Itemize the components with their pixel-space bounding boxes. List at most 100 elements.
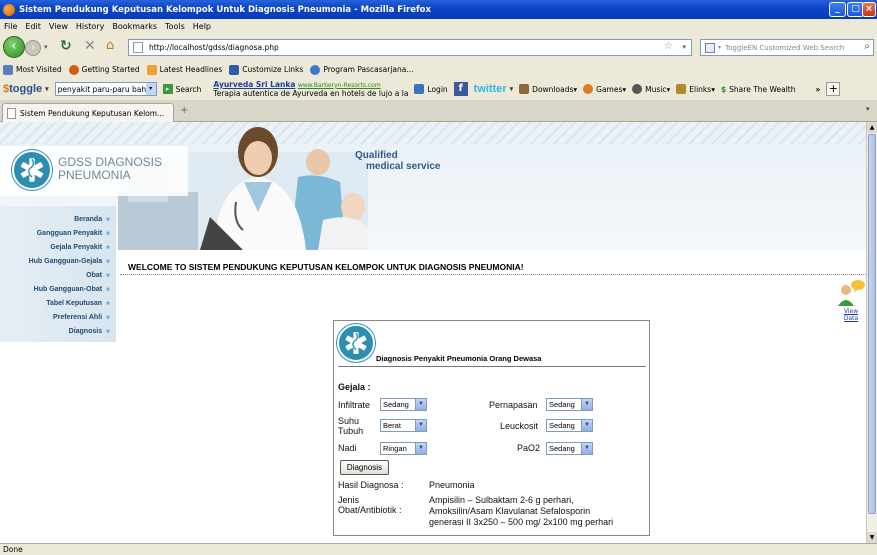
view-data-label: View Data: [843, 308, 859, 322]
games-menu[interactable]: Games ▾: [583, 84, 626, 94]
toolbar-search-input[interactable]: penyakit paru-paru bahas ▾: [54, 82, 157, 96]
bookmark-program-pascasarjana[interactable]: Program Pascasarjana...: [310, 64, 414, 75]
leukosit-select[interactable]: Sedang ▼: [546, 419, 593, 432]
back-arrow-icon[interactable]: ‹: [3, 36, 25, 58]
tagline-line1: Qualified: [355, 150, 398, 161]
dollar-icon: $: [720, 84, 727, 94]
arrow-right-icon: ▸: [162, 84, 173, 94]
toggle-logo[interactable]: $ toggle ▾: [3, 83, 49, 95]
tab-list-icon[interactable]: ▾: [866, 105, 870, 113]
scroll-up-icon[interactable]: ▲: [867, 122, 877, 133]
toolbar-search-button[interactable]: ▸ Search: [162, 84, 201, 94]
close-button[interactable]: ×: [862, 2, 876, 17]
nadi-label: Nadi: [338, 443, 357, 453]
stop-icon[interactable]: ✕: [84, 38, 96, 54]
sidebar-menu: Beranda « Gangguan Penyakit « Gejala Penya…: [0, 206, 116, 342]
suhu-tubuh-select[interactable]: Berat ▼: [380, 419, 427, 432]
star-icon[interactable]: ☆: [664, 41, 673, 52]
nadi-select[interactable]: Ringan ▼: [380, 442, 427, 455]
vertical-scrollbar[interactable]: ▲ ▼: [866, 122, 877, 543]
chevron-down-icon: ▼: [581, 420, 592, 431]
navigation-toolbar: ‹ › ▾ ↻ ✕ ⌂ http://localhost/gdss/diagno…: [0, 33, 877, 61]
toggle-toolbar: $ toggle ▾ penyakit paru-paru bahas ▾ ▸ Sear…: [0, 78, 877, 100]
twitter-button[interactable]: twitter ▾: [474, 83, 514, 95]
jenis-obat-label: Jenis Obat/Antibiotik :: [338, 495, 402, 515]
sidebar-item-hub-gangguan-obat[interactable]: Hub Gangguan-Obat «: [34, 286, 110, 293]
address-bar[interactable]: http://localhost/gdss/diagnosa.php ☆ ▾: [128, 39, 692, 56]
double-chevron-icon: «: [106, 272, 110, 279]
url-text: http://localhost/gdss/diagnosa.php: [149, 43, 279, 52]
double-chevron-icon: «: [106, 286, 110, 293]
bookmark-latest-headlines[interactable]: Latest Headlines: [146, 64, 222, 75]
double-chevron-icon: «: [106, 258, 110, 265]
menu-file[interactable]: File: [4, 22, 17, 31]
star-of-life-icon: [12, 150, 52, 190]
menu-history[interactable]: History: [76, 22, 104, 31]
facebook-icon: f: [453, 82, 468, 96]
page-icon: [7, 107, 16, 119]
headphones-icon: [632, 84, 643, 94]
sidebar-item-beranda[interactable]: Beranda «: [74, 216, 110, 223]
bookmark-getting-started[interactable]: Getting Started: [68, 64, 140, 75]
menu-help[interactable]: Help: [193, 22, 211, 31]
welcome-heading: WELCOME TO SISTEM PENDUKUNG KEPUTUSAN KE…: [128, 262, 524, 272]
downloads-menu[interactable]: Downloads ▾: [519, 84, 577, 94]
share-wealth-button[interactable]: $ Share The Wealth: [721, 85, 796, 94]
star-of-life-icon: [337, 324, 375, 362]
sidebar-item-hub-gangguan-gejala[interactable]: Hub Gangguan-Gejala «: [29, 258, 110, 265]
menu-bookmarks[interactable]: Bookmarks: [112, 22, 157, 31]
ad-banner[interactable]: Ayurveda Sri Lanka www.Barberyn-Resorts.…: [213, 80, 408, 98]
pao2-label: PaO2: [517, 443, 541, 453]
pao2-select[interactable]: Sedang ▼: [546, 442, 593, 455]
url-dropdown-icon[interactable]: ▾: [682, 43, 686, 51]
globe-icon: [310, 64, 321, 75]
jenis-obat-value: Ampisilin – Sulbaktam 2-6 g perhari, Amo…: [429, 495, 614, 527]
status-bar: Done: [0, 543, 877, 555]
view-data-link[interactable]: View Data: [836, 278, 866, 322]
double-chevron-icon: «: [106, 328, 110, 335]
chevron-down-icon: ▼: [415, 443, 426, 454]
search-engine-box[interactable]: ▾ ToggleEN Customized Web Search ⌕: [700, 39, 874, 56]
history-dropdown-icon[interactable]: ▾: [44, 43, 48, 51]
scroll-thumb[interactable]: [868, 134, 876, 514]
forward-arrow-icon[interactable]: ›: [25, 40, 41, 56]
elinks-menu[interactable]: Elinks ▾: [676, 84, 715, 94]
pernapasan-select[interactable]: Sedang ▼: [546, 398, 593, 411]
music-menu[interactable]: Music ▾: [632, 84, 670, 94]
menu-view[interactable]: View: [49, 22, 68, 31]
facebook-button[interactable]: f: [453, 82, 468, 96]
sidebar-item-gejala-penyakit[interactable]: Gejala Penyakit «: [50, 244, 110, 251]
divider: [120, 274, 866, 275]
search-icon[interactable]: ⌕: [864, 41, 870, 52]
window-title: Sistem Pendukung Keputusan Kelompok Untu…: [19, 4, 431, 15]
sidebar-item-gangguan-penyakit[interactable]: Gangguan Penyakit «: [37, 230, 110, 237]
search-engine-icon[interactable]: [705, 42, 715, 53]
window-title-bar: Sistem Pendukung Keputusan Kelompok Untu…: [0, 0, 877, 19]
home-icon[interactable]: ⌂: [106, 38, 114, 53]
gejala-heading: Gejala :: [338, 382, 371, 392]
hasil-diagnosa-value: Pneumonia: [429, 480, 475, 490]
infiltrate-select[interactable]: Sedang ▼: [380, 398, 427, 411]
search-placeholder: ToggleEN Customized Web Search: [725, 43, 845, 52]
rss-icon: [146, 64, 157, 75]
diagnosis-button[interactable]: Diagnosis: [340, 460, 389, 475]
toolbar-overflow-button[interactable]: »: [816, 85, 821, 94]
user-chat-icon: [838, 280, 865, 306]
new-tab-icon[interactable]: +: [180, 105, 188, 116]
menu-edit[interactable]: Edit: [25, 22, 41, 31]
sidebar-item-diagnosis[interactable]: Diagnosis «: [69, 328, 110, 335]
minimize-button[interactable]: _: [829, 2, 846, 17]
sidebar-item-preferensi-ahli[interactable]: Preferensi Ahli «: [53, 314, 110, 321]
bookmark-most-visited[interactable]: Most Visited: [3, 64, 62, 75]
tab-active[interactable]: Sistem Pendukung Keputusan Kelom...: [2, 103, 174, 122]
sidebar-item-obat[interactable]: Obat «: [86, 272, 110, 279]
chevron-down-icon: ▼: [581, 443, 592, 454]
login-button[interactable]: Login: [414, 84, 448, 94]
bookmark-customize-links[interactable]: Customize Links: [229, 64, 303, 75]
scroll-down-icon[interactable]: ▼: [867, 532, 877, 543]
site-logo-text[interactable]: GDSS DIAGNOSIS PNEUMONIA: [58, 156, 162, 182]
menu-tools[interactable]: Tools: [165, 22, 185, 31]
add-icon[interactable]: +: [826, 82, 841, 96]
reload-icon[interactable]: ↻: [60, 38, 72, 54]
sidebar-item-tabel-keputusan[interactable]: Tabel Keputusan «: [46, 300, 110, 307]
